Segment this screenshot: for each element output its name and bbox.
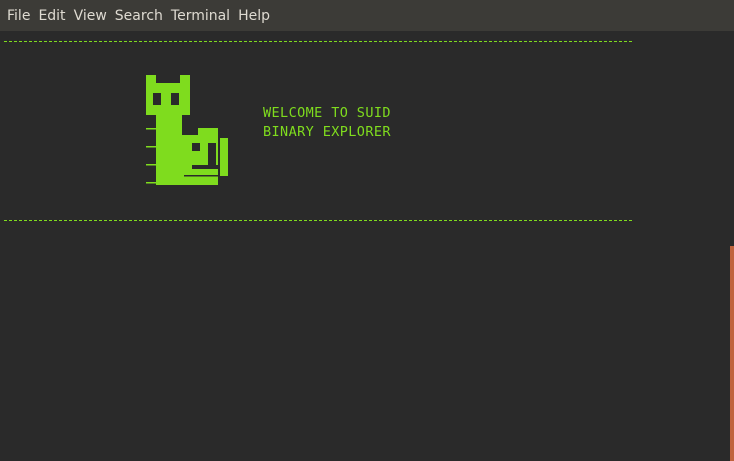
banner-top-border bbox=[4, 41, 632, 42]
terminal-window: File Edit View Search Terminal Help WELC… bbox=[0, 0, 734, 461]
terminal-output[interactable]: WELCOME TO SUID BINARY EXPLORER bbox=[0, 31, 734, 461]
cat-icon bbox=[140, 75, 236, 195]
menu-help[interactable]: Help bbox=[235, 8, 275, 24]
banner-title-line-2: BINARY EXPLORER bbox=[263, 124, 391, 140]
banner-title-line-1: WELCOME TO SUID bbox=[263, 105, 391, 121]
menu-file[interactable]: File bbox=[4, 8, 35, 24]
scrollbar-accent[interactable] bbox=[730, 246, 734, 461]
menu-terminal[interactable]: Terminal bbox=[168, 8, 235, 24]
menu-view[interactable]: View bbox=[71, 8, 112, 24]
banner-bottom-border bbox=[4, 220, 632, 221]
menu-search[interactable]: Search bbox=[112, 8, 168, 24]
menu-edit[interactable]: Edit bbox=[35, 8, 70, 24]
menu-bar: File Edit View Search Terminal Help bbox=[0, 0, 734, 31]
